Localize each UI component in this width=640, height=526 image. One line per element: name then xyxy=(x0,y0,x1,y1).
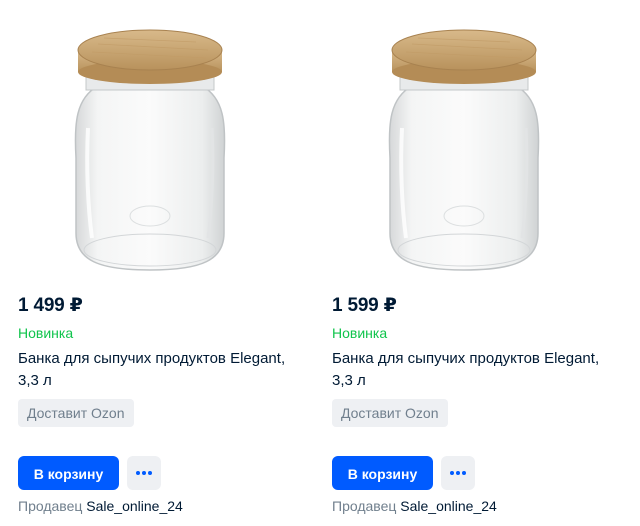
jar-image xyxy=(388,29,540,271)
seller-name[interactable]: Sale_online_24 xyxy=(400,498,497,514)
favorite-heart-icon[interactable] xyxy=(273,6,355,58)
product-title[interactable]: Банка для сыпучих продуктов Elegant, 3,3… xyxy=(18,348,288,392)
favorite-heart-icon[interactable] xyxy=(585,6,611,32)
product-price: 1 599 ₽ xyxy=(332,295,397,316)
more-options-button[interactable] xyxy=(127,456,161,490)
delivery-chip: Доставит Ozon xyxy=(18,399,134,427)
new-badge: Новинка xyxy=(18,325,74,341)
dot-icon xyxy=(456,471,460,475)
more-options-button[interactable] xyxy=(441,456,475,490)
dot-icon xyxy=(142,471,146,475)
product-image[interactable] xyxy=(314,0,614,285)
seller-label: Продавец xyxy=(18,498,83,514)
dot-icon xyxy=(450,471,454,475)
seller-info: Продавец Sale_online_24 xyxy=(18,498,183,514)
add-to-cart-button[interactable]: В корзину xyxy=(332,456,433,490)
delivery-chip: Доставит Ozon xyxy=(332,399,448,427)
product-image[interactable] xyxy=(0,0,355,285)
seller-info: Продавец Sale_online_24 xyxy=(332,498,497,514)
product-card[interactable]: 1 599 ₽ Новинка Банка для сыпучих продук… xyxy=(314,0,614,526)
new-badge: Новинка xyxy=(332,325,388,341)
product-title[interactable]: Банка для сыпучих продуктов Elegant, 3,3… xyxy=(332,348,602,392)
seller-name[interactable]: Sale_online_24 xyxy=(86,498,183,514)
product-card[interactable]: 1 499 ₽ Новинка Банка для сыпучих продук… xyxy=(0,0,355,526)
add-to-cart-button[interactable]: В корзину xyxy=(18,456,119,490)
dot-icon xyxy=(462,471,466,475)
product-price: 1 499 ₽ xyxy=(18,295,83,316)
seller-label: Продавец xyxy=(332,498,397,514)
dot-icon xyxy=(148,471,152,475)
dot-icon xyxy=(136,471,140,475)
jar-image xyxy=(74,29,226,271)
